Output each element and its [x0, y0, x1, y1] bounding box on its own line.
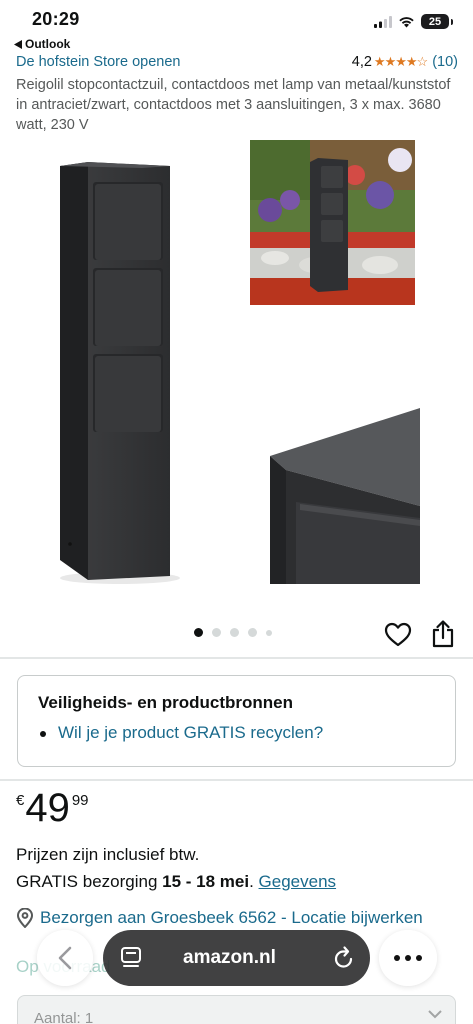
triangle-left-icon: [14, 39, 22, 49]
browser-back-button[interactable]: [37, 930, 93, 986]
wifi-icon: [399, 17, 414, 28]
location-link[interactable]: Bezorgen aan Groesbeek 6562 - Locatie bi…: [16, 908, 423, 928]
pagination-dot[interactable]: [212, 628, 221, 637]
bullet: [40, 731, 46, 737]
tabs-icon[interactable]: [120, 946, 142, 970]
share-icon[interactable]: [431, 620, 455, 648]
pagination-dot[interactable]: [230, 628, 239, 637]
more-dot: [405, 955, 411, 961]
price-whole: 49: [25, 786, 70, 830]
pagination-dot[interactable]: [266, 629, 272, 636]
quantity-select[interactable]: Aantal: 1: [17, 995, 456, 1024]
url-text: amazon.nl: [183, 947, 276, 968]
status-bar: 20:29 25: [0, 0, 473, 36]
back-to-app-link[interactable]: Outlook: [14, 37, 70, 51]
address-bar[interactable]: amazon.nl: [103, 930, 370, 986]
clock: 20:29: [32, 9, 80, 29]
status-icons: 25: [374, 14, 453, 29]
delivery-prefix: GRATIS bezorging: [16, 872, 163, 891]
price-currency: €: [16, 792, 25, 809]
pagination-dot[interactable]: [248, 628, 257, 637]
store-row: De hofstein Store openen 4,2 ★★★★☆ (10): [16, 54, 458, 70]
location-text: Bezorgen aan Groesbeek 6562 - Locatie bi…: [40, 908, 423, 927]
more-options-button[interactable]: [379, 930, 437, 986]
delivery-details-link[interactable]: Gegevens: [259, 872, 337, 891]
safety-title: Veiligheids- en productbronnen: [38, 693, 294, 712]
recycle-link[interactable]: Wil je je product GRATIS recyclen?: [58, 723, 323, 743]
store-link[interactable]: De hofstein Store openen: [16, 54, 180, 70]
reload-icon[interactable]: [332, 945, 356, 971]
image-gallery[interactable]: [0, 138, 473, 608]
more-dot: [394, 955, 400, 961]
product-main-image[interactable]: [50, 158, 190, 598]
pagination-dot[interactable]: [194, 628, 203, 637]
product-detail-image[interactable]: [270, 408, 420, 584]
quantity-label: Aantal: 1: [34, 1010, 94, 1024]
chevron-down-icon: [428, 1010, 442, 1019]
divider: [0, 657, 473, 659]
heart-icon[interactable]: [384, 621, 412, 649]
product-title: Reigolil stopcontactzuil, contactdoos me…: [16, 77, 451, 133]
product-garden-image[interactable]: [250, 140, 415, 305]
star-rating-icon: ★★★★☆: [373, 54, 428, 69]
delivery-dates: 15 - 18 mei: [162, 872, 250, 891]
delivery-info: GRATIS bezorging 15 - 18 mei. Gegevens: [16, 872, 336, 892]
chevron-left-icon: [58, 946, 72, 970]
back-app-label: Outlook: [25, 37, 71, 51]
cellular-signal-icon: [374, 15, 392, 28]
battery-tip: [451, 18, 453, 25]
divider: [0, 779, 473, 781]
vat-note: Prijzen zijn inclusief btw.: [16, 845, 200, 864]
rating-value: 4,2: [351, 54, 372, 70]
price-fraction: 99: [71, 792, 89, 809]
price: € 49 99: [16, 786, 89, 830]
review-count[interactable]: (10): [432, 54, 458, 70]
rating[interactable]: 4,2 ★★★★☆ (10): [352, 54, 458, 70]
location-pin-icon: [16, 908, 34, 928]
battery-icon: 25: [421, 14, 449, 29]
gallery-pagination[interactable]: [194, 628, 272, 637]
more-dot: [416, 955, 422, 961]
delivery-separator: .: [249, 872, 259, 891]
safety-resources-card: Veiligheids- en productbronnen Wil je je…: [17, 675, 456, 767]
